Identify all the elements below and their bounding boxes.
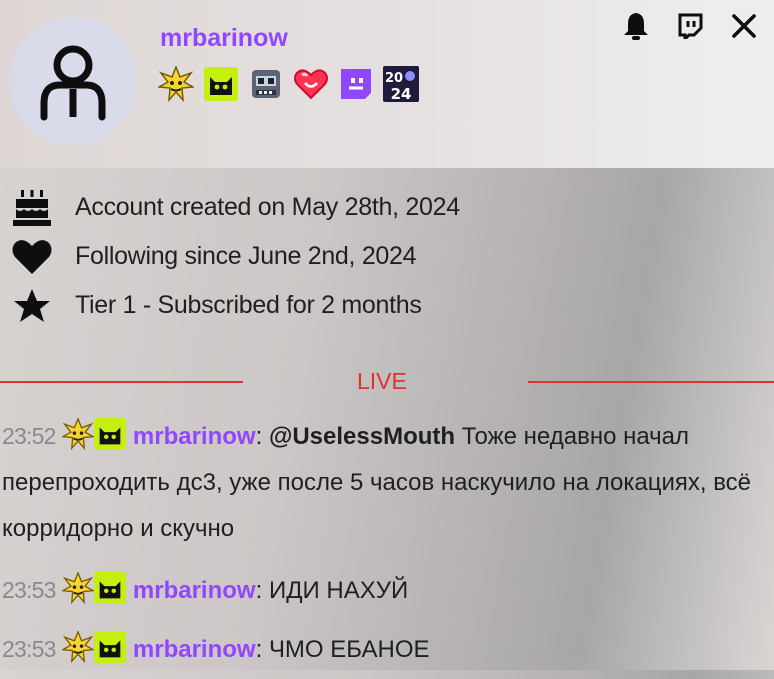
year-badge-top-text: 20 [385,71,403,86]
message-text: ЧМО ЕБАНОЕ [268,636,430,663]
message-timestamp: 23:52 [2,423,56,449]
subscription-text: Tier 1 - Subscribed for 2 months [75,291,422,319]
chat-message: 23:53 mrbarinow: ИДИ НАХУЙ [2,567,772,614]
star-icon [10,286,54,326]
user-info-list: Account created on May 28th, 2024 Follow… [10,183,460,330]
header-actions [620,10,760,42]
live-label: LIVE [357,368,407,394]
cat-badge[interactable] [203,66,239,102]
heart-icon [10,237,54,277]
close-icon [732,14,756,38]
twitch-profile-button[interactable] [674,10,706,42]
pixel-heart-badge[interactable] [293,66,329,102]
cake-icon [10,188,54,228]
sparkle-face-badge[interactable] [60,417,96,451]
account-created-text: Account created on May 28th, 2024 [75,193,460,221]
sparkle-face-badge[interactable] [60,630,96,664]
message-username[interactable]: mrbarinow [133,577,256,604]
following-since-text: Following since June 2nd, 2024 [75,242,417,270]
robot-badge[interactable] [248,66,284,102]
subscription-row: Tier 1 - Subscribed for 2 months [10,281,460,330]
chat-message: 23:53 mrbarinow: ЧМО ЕБАНОЕ [2,626,772,673]
default-avatar-icon [40,45,106,121]
purple-glitch-badge[interactable] [338,66,374,102]
cat-badge[interactable] [94,631,127,663]
cat-badge[interactable] [94,418,127,450]
message-timestamp: 23:53 [2,636,56,662]
username[interactable]: mrbarinow [160,24,288,53]
badge-list: 20 24 [158,66,419,102]
chat-history: 23:52 mrbarinow: @UselessMouth Тоже неда… [2,413,772,673]
sparkle-face-badge[interactable] [158,66,194,102]
year-badge-bottom-text: 24 [391,85,412,102]
username-colon: : [255,423,269,450]
notifications-button[interactable] [620,10,652,42]
bell-icon [624,13,648,40]
close-button[interactable] [728,10,760,42]
account-created-row: Account created on May 28th, 2024 [10,183,460,232]
separator-line-right [528,381,774,383]
message-text: ИДИ НАХУЙ [268,577,409,604]
cat-badge[interactable] [94,572,127,604]
live-separator: LIVE [0,366,774,398]
message-timestamp: 23:53 [2,577,56,603]
message-username[interactable]: mrbarinow [133,423,256,450]
following-since-row: Following since June 2nd, 2024 [10,232,460,281]
year-2024-badge[interactable]: 20 24 [383,66,419,102]
username-colon: : [255,636,269,663]
sparkle-face-badge[interactable] [60,571,96,605]
separator-line-left [0,381,243,383]
twitch-logo-icon [678,13,703,39]
message-mention[interactable]: @UselessMouth [269,423,455,450]
username-colon: : [255,577,269,604]
chat-message: 23:52 mrbarinow: @UselessMouth Тоже неда… [2,413,772,552]
avatar[interactable] [9,17,137,145]
message-username[interactable]: mrbarinow [133,636,256,663]
